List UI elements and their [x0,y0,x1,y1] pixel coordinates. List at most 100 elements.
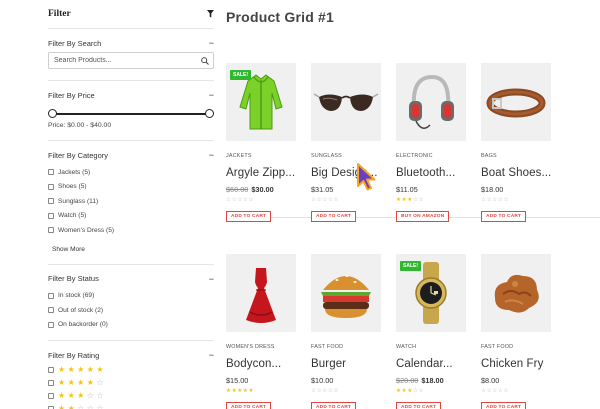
product-category[interactable]: WOMEN'S DRESS [226,344,296,350]
current-price: $10.00 [311,376,334,385]
category-option[interactable]: Jackets (5) [48,165,214,180]
checkbox[interactable] [48,169,54,176]
category-option-label: Jackets (5) [58,168,91,176]
rating-option-2[interactable]: ★★☆☆☆ [48,402,214,409]
category-option[interactable]: Women's Dress (5) [48,223,214,238]
green-jacket-icon [226,74,296,141]
checkbox[interactable] [48,392,54,399]
add-to-cart-button[interactable]: ADD TO CART [481,211,527,222]
product-name[interactable]: Chicken Fry [481,358,551,370]
add-to-cart-button[interactable]: ADD TO CART [226,211,272,222]
category-option[interactable]: Sunglass (11) [48,194,214,209]
product-card[interactable]: SALE! JACKETS Argyle Zipp... $60.00 $30.0… [226,63,296,222]
price-range-slider[interactable] [48,109,214,119]
leather-belt-icon [481,88,551,141]
status-list: In stock (69) Out of stock (2) On backor… [48,289,214,333]
product-image[interactable] [396,63,466,141]
search-icon[interactable] [201,52,209,70]
category-option-label: Women's Dress (5) [58,226,115,234]
product-image[interactable] [311,254,381,332]
product-category[interactable]: ELECTRONIC [396,153,466,159]
filter-header: Filter [48,6,214,22]
product-image[interactable]: SALE! [396,254,466,332]
status-option[interactable]: In stock (69) [48,289,214,304]
checkbox[interactable] [48,292,54,299]
burger-icon [311,275,381,332]
product-card[interactable]: SALE! WATCH Calendar... $20.00 $18.00 ★★★… [396,254,466,409]
price-max-handle[interactable] [205,109,214,118]
checkbox[interactable] [48,227,54,234]
checkbox[interactable] [48,379,54,386]
price-slider-track[interactable] [52,113,210,115]
filter-by-price-section: Filter By Price − Price: $0.00 - $40.00 [48,80,214,129]
show-more-link[interactable]: Show More [52,246,85,253]
product-name[interactable]: Calendar... [396,358,466,370]
add-to-cart-button[interactable]: ADD TO CART [311,211,357,222]
product-image[interactable] [481,254,551,332]
product-card[interactable]: BAGS Boat Shoes... $18.00 ☆☆☆☆☆ ADD TO C… [481,63,551,222]
product-category[interactable]: FAST FOOD [311,344,381,350]
filter-sidebar: Filter Filter By Search − Filter By Pric… [48,6,214,409]
add-to-cart-button[interactable]: ADD TO CART [481,402,527,409]
filter-by-rating-section: Filter By Rating − ★★★★★★★★★☆★★★☆☆★★☆☆☆★… [48,340,214,409]
product-rating-stars-icon: ★★★☆☆ [396,388,425,394]
checkbox[interactable] [48,183,54,190]
filter-by-status-section: Filter By Status − In stock (69) Out of … [48,263,214,333]
product-name[interactable]: Burger [311,358,381,370]
product-card[interactable]: FAST FOOD Burger $10.00 ☆☆☆☆☆ ADD TO CAR… [311,254,381,409]
collapse-rating-icon[interactable]: − [204,351,214,360]
headphones-icon [396,74,466,141]
product-image[interactable] [311,63,381,141]
product-category[interactable]: JACKETS [226,153,296,159]
current-price: $15.00 [226,376,249,385]
product-image[interactable] [481,63,551,141]
filter-by-category-title: Filter By Category [48,150,109,160]
funnel-icon[interactable] [207,10,214,18]
checkbox[interactable] [48,198,54,205]
product-image[interactable]: SALE! [226,63,296,141]
product-name[interactable]: Boat Shoes... [481,167,551,179]
collapse-category-icon[interactable]: − [204,151,214,160]
filter-by-price-title: Filter By Price [48,90,95,100]
product-card[interactable]: ELECTRONIC Bluetooth... $11.05 ★★★☆☆ BUY… [396,63,466,222]
product-card[interactable]: SUNGLASS Big Design... $31.05 ☆☆☆☆☆ ADD … [311,63,381,222]
category-option[interactable]: Shoes (5) [48,180,214,195]
status-option[interactable]: Out of stock (2) [48,303,214,318]
add-to-cart-button[interactable]: ADD TO CART [396,402,442,409]
rating-option-4[interactable]: ★★★★☆ [48,376,214,389]
add-to-cart-button[interactable]: BUY ON AMAZON [396,211,450,222]
product-category[interactable]: WATCH [396,344,466,350]
collapse-status-icon[interactable]: − [204,274,214,283]
status-option[interactable]: On backorder (0) [48,318,214,333]
search-input[interactable] [54,57,189,64]
product-name[interactable]: Argyle Zipp... [226,167,296,179]
current-price: $18.00 [421,376,444,385]
add-to-cart-button[interactable]: ADD TO CART [311,402,357,409]
checkbox[interactable] [48,321,54,328]
product-category[interactable]: BAGS [481,153,551,159]
price-min-handle[interactable] [48,109,57,118]
checkbox[interactable] [48,366,54,373]
checkbox[interactable] [48,405,54,409]
product-card[interactable]: FAST FOOD Chicken Fry $8.00 ☆☆☆☆☆ ADD TO… [481,254,551,409]
product-price: $15.00 [226,376,296,385]
product-name[interactable]: Bodycon... [226,358,296,370]
product-category[interactable]: SUNGLASS [311,153,381,159]
product-category[interactable]: FAST FOOD [481,344,551,350]
product-price: $11.05 [396,185,466,194]
add-to-cart-button[interactable]: ADD TO CART [226,402,272,409]
status-option-label: In stock (69) [58,292,95,300]
product-grid-area: Product Grid #1 SALE! JACKETS Argyle Zip… [226,0,600,409]
category-option[interactable]: Watch (5) [48,209,214,224]
checkbox[interactable] [48,212,54,219]
rating-option-5[interactable]: ★★★★★ [48,363,214,376]
collapse-search-icon[interactable]: − [204,39,214,48]
checkbox[interactable] [48,307,54,314]
sale-badge: SALE! [400,261,421,271]
sunglasses-icon [311,93,381,141]
product-image[interactable] [226,254,296,332]
collapse-price-icon[interactable]: − [204,91,214,100]
product-name[interactable]: Bluetooth... [396,167,466,179]
rating-option-3[interactable]: ★★★☆☆ [48,389,214,402]
product-card[interactable]: WOMEN'S DRESS Bodycon... $15.00 ★★★★★ AD… [226,254,296,409]
